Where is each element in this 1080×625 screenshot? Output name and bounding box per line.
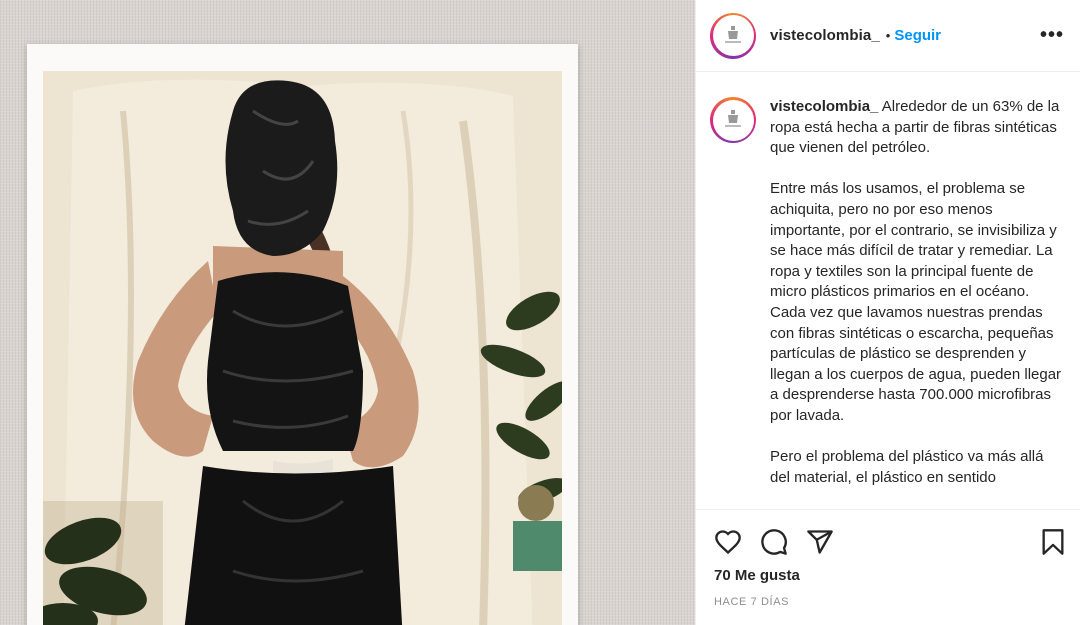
separator-dot: • [885,28,891,43]
caption-avatar[interactable] [710,97,756,143]
post-timestamp[interactable]: HACE 7 DÍAS [696,584,1080,608]
avatar-logo-icon [725,110,741,127]
avatar[interactable] [710,12,756,59]
post-actions: 70 Me gusta HACE 7 DÍAS [696,509,1080,625]
comment-icon[interactable] [760,528,788,556]
caption-paragraph: Pero el problema del plástico va más all… [770,448,1044,486]
heart-icon[interactable] [714,528,742,556]
caption-paragraph: Entre más los usamos, el problema se ach… [770,180,1062,424]
photo-illustration [43,71,562,625]
bookmark-icon[interactable] [1039,528,1067,556]
more-options-icon[interactable]: ••• [1040,24,1064,47]
action-icons [696,510,1080,560]
follow-button[interactable]: Seguir [894,27,941,44]
post-header: vistecolombia_ • Seguir ••• [696,0,1080,72]
post-media[interactable] [0,0,695,625]
likes-count[interactable]: 70 Me gusta [696,560,1080,584]
avatar-logo-icon [725,25,741,43]
post-sidebar: vistecolombia_ • Seguir ••• vistecolombi… [695,0,1080,625]
share-icon[interactable] [806,528,834,556]
header-username[interactable]: vistecolombia_ [770,27,880,44]
caption-username[interactable]: vistecolombia_ [770,98,878,115]
caption-area[interactable]: vistecolombia_ Alrededor de un 63% de la… [696,73,1080,509]
post-photo [43,71,562,625]
caption-text: vistecolombia_ Alrededor de un 63% de la… [770,97,1062,509]
photo-frame [27,44,578,625]
